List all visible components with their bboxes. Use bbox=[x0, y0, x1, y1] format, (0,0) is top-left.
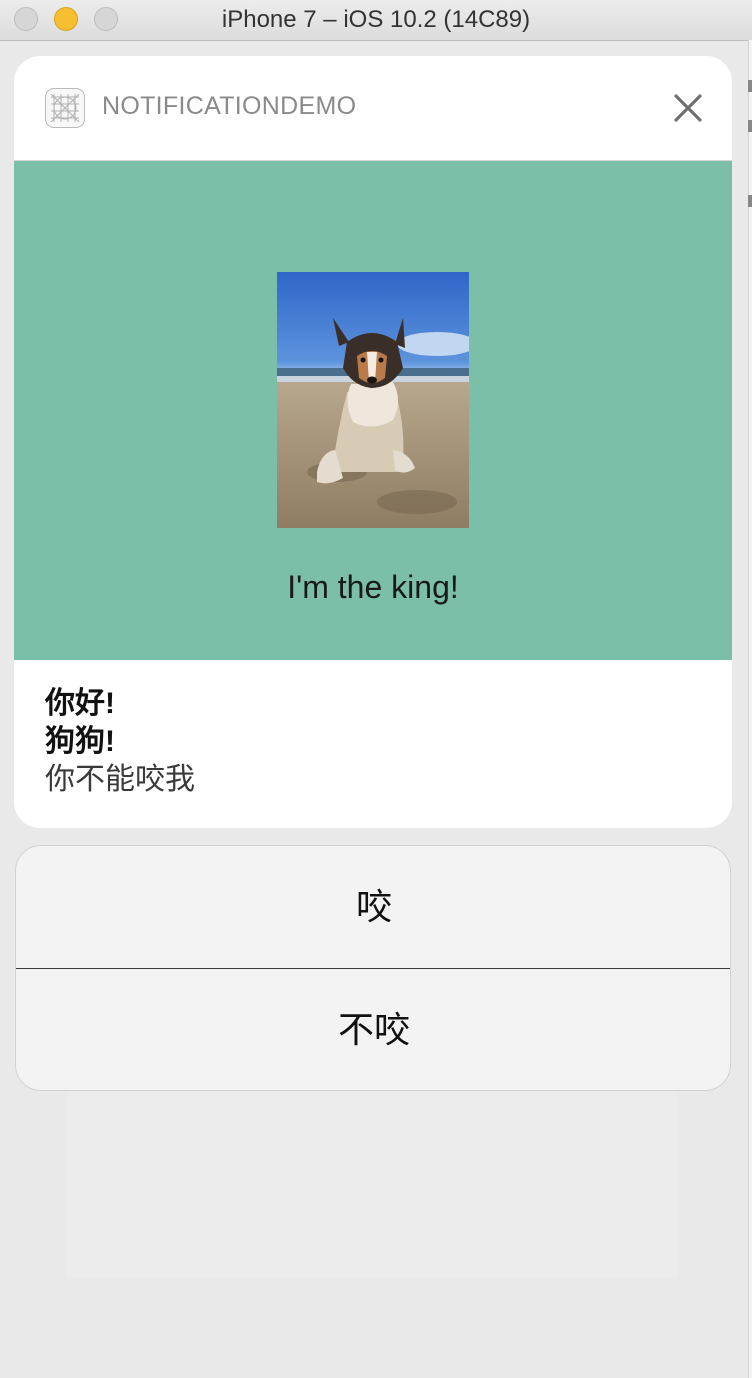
notification-media: I'm the king! bbox=[14, 161, 732, 660]
notification-subtitle: 狗狗! bbox=[45, 725, 115, 758]
close-icon[interactable] bbox=[670, 90, 706, 126]
notification-title: 你好! bbox=[45, 687, 115, 720]
notification-card[interactable]: NOTIFICATIONDEMO I'm the king! 你好! 狗狗! 你… bbox=[14, 56, 732, 828]
notification-content: 你好! 狗狗! 你不能咬我 bbox=[45, 685, 195, 799]
background-window-mark bbox=[748, 195, 752, 207]
app-name: NOTIFICATIONDEMO bbox=[102, 92, 357, 120]
background-window-edge bbox=[748, 40, 752, 1378]
window-title: iPhone 7 – iOS 10.2 (14C89) bbox=[221, 6, 531, 33]
dog-photo bbox=[277, 272, 477, 528]
notification-body: 你不能咬我 bbox=[45, 763, 195, 796]
action-dont-bite-button[interactable]: 不咬 bbox=[16, 969, 730, 1090]
dimmed-background-area bbox=[66, 1092, 678, 1278]
simulator-title-bar: iPhone 7 – iOS 10.2 (14C89) bbox=[0, 0, 752, 41]
background-window-mark bbox=[748, 120, 752, 132]
notification-actions: 咬 不咬 bbox=[15, 845, 731, 1091]
media-caption: I'm the king! bbox=[287, 569, 459, 605]
notification-header: NOTIFICATIONDEMO bbox=[14, 56, 732, 161]
app-grid-icon bbox=[45, 88, 85, 128]
background-window-mark bbox=[748, 80, 752, 92]
action-bite-button[interactable]: 咬 bbox=[16, 846, 730, 969]
